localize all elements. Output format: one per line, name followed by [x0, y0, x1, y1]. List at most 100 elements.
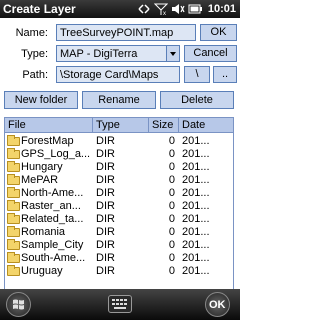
- file-list[interactable]: ForestMap DIR 0 201... GPS_Log_a... DIR …: [4, 133, 234, 289]
- file-type: DIR: [96, 265, 115, 277]
- folder-icon: [7, 187, 20, 198]
- list-item[interactable]: South-Ame... DIR 0 201...: [5, 252, 233, 265]
- file-size: 0: [168, 135, 175, 147]
- type-select-value: MAP - DigiTerra: [60, 48, 138, 60]
- file-date: 201...: [182, 135, 210, 147]
- window-title: Create Layer: [3, 2, 76, 16]
- folder-icon: [7, 161, 20, 172]
- file-date: 201...: [182, 200, 210, 212]
- signal-icon[interactable]: x: [153, 3, 169, 17]
- folder-icon: [7, 213, 20, 224]
- rename-button[interactable]: Rename: [82, 91, 156, 109]
- file-name: GPS_Log_a...: [21, 148, 91, 160]
- type-label: Type:: [21, 48, 48, 60]
- list-item[interactable]: Sample_City DIR 0 201...: [5, 239, 233, 252]
- file-type: DIR: [96, 174, 115, 186]
- file-actions: New folder Rename Delete: [0, 91, 240, 111]
- file-date: 201...: [182, 239, 210, 251]
- file-name: Sample_City: [21, 239, 84, 251]
- list-item[interactable]: ForestMap DIR 0 201...: [5, 135, 233, 148]
- file-name: MePAR: [21, 174, 59, 186]
- connectivity-icon[interactable]: [137, 3, 151, 15]
- list-item[interactable]: North-Ame... DIR 0 201...: [5, 187, 233, 200]
- file-type: DIR: [96, 239, 115, 251]
- root-folder-button[interactable]: \: [184, 66, 210, 83]
- new-folder-button[interactable]: New folder: [4, 91, 78, 109]
- ok-button[interactable]: OK: [200, 24, 237, 41]
- folder-icon: [7, 265, 20, 276]
- file-date: 201...: [182, 213, 210, 225]
- file-size: 0: [168, 174, 175, 186]
- file-date: 201...: [182, 226, 210, 238]
- softkey-bar: OK: [0, 289, 240, 320]
- softkey-ok-label: OK: [209, 299, 226, 311]
- folder-icon: [7, 226, 20, 237]
- file-list-header: File Type Size Date: [4, 117, 234, 133]
- list-item[interactable]: Hungary DIR 0 201...: [5, 161, 233, 174]
- file-date: 201...: [182, 174, 210, 186]
- file-type: DIR: [96, 148, 115, 160]
- file-name: Hungary: [21, 161, 63, 173]
- file-size: 0: [168, 239, 175, 251]
- file-size: 0: [168, 161, 175, 173]
- column-header-type[interactable]: Type: [93, 118, 149, 132]
- file-name: Related_ta...: [21, 213, 84, 225]
- volume-icon[interactable]: [171, 3, 185, 15]
- file-name: South-Ame...: [21, 252, 86, 264]
- keyboard-icon[interactable]: [108, 295, 132, 313]
- list-item[interactable]: MePAR DIR 0 201...: [5, 174, 233, 187]
- file-name: North-Ame...: [21, 187, 84, 199]
- list-item[interactable]: Related_ta... DIR 0 201...: [5, 213, 233, 226]
- file-name: Uruguay: [21, 265, 63, 277]
- file-size: 0: [168, 226, 175, 238]
- folder-icon: [7, 200, 20, 211]
- file-size: 0: [168, 148, 175, 160]
- file-date: 201...: [182, 148, 210, 160]
- file-date: 201...: [182, 265, 210, 277]
- column-header-date[interactable]: Date: [179, 118, 233, 132]
- file-type: DIR: [96, 161, 115, 173]
- list-item[interactable]: GPS_Log_a... DIR 0 201...: [5, 148, 233, 161]
- file-name: ForestMap: [21, 135, 74, 147]
- type-select[interactable]: MAP - DigiTerra: [56, 45, 180, 62]
- clock[interactable]: 10:01: [208, 3, 236, 15]
- cancel-button[interactable]: Cancel: [184, 45, 237, 62]
- folder-icon: [7, 148, 20, 159]
- folder-icon: [7, 135, 20, 146]
- list-item[interactable]: Raster_an... DIR 0 201...: [5, 200, 233, 213]
- file-size: 0: [168, 252, 175, 264]
- file-type: DIR: [96, 187, 115, 199]
- file-name: Raster_an...: [21, 200, 81, 212]
- list-item[interactable]: Romania DIR 0 201...: [5, 226, 233, 239]
- file-type: DIR: [96, 213, 115, 225]
- list-item[interactable]: Uruguay DIR 0 201...: [5, 265, 233, 278]
- file-size: 0: [168, 200, 175, 212]
- file-size: 0: [168, 213, 175, 225]
- folder-icon: [7, 174, 20, 185]
- file-type: DIR: [96, 252, 115, 264]
- file-type: DIR: [96, 226, 115, 238]
- chevron-down-icon[interactable]: [166, 46, 179, 61]
- file-size: 0: [168, 187, 175, 199]
- parent-folder-button[interactable]: ..: [213, 66, 237, 83]
- path-label: Path:: [22, 69, 48, 81]
- path-field[interactable]: \Storage Card\Maps: [56, 66, 180, 83]
- windows-start-icon[interactable]: [6, 292, 31, 317]
- battery-icon[interactable]: [188, 3, 202, 15]
- softkey-ok-button[interactable]: OK: [205, 292, 230, 317]
- folder-icon: [7, 239, 20, 250]
- title-bar: Create Layer x 10:01: [0, 0, 240, 18]
- file-size: 0: [168, 265, 175, 277]
- delete-button[interactable]: Delete: [160, 91, 234, 109]
- name-label: Name:: [15, 27, 48, 39]
- file-date: 201...: [182, 187, 210, 199]
- column-header-size[interactable]: Size: [149, 118, 179, 132]
- svg-text:x: x: [163, 11, 166, 15]
- status-icons: x 10:01: [137, 1, 236, 17]
- layer-form: Name: TreeSurveyPOINT.map OK Type: MAP -…: [0, 18, 240, 88]
- file-date: 201...: [182, 252, 210, 264]
- column-header-file[interactable]: File: [5, 118, 93, 132]
- name-field[interactable]: TreeSurveyPOINT.map: [56, 24, 196, 41]
- folder-icon: [7, 252, 20, 263]
- file-date: 201...: [182, 161, 210, 173]
